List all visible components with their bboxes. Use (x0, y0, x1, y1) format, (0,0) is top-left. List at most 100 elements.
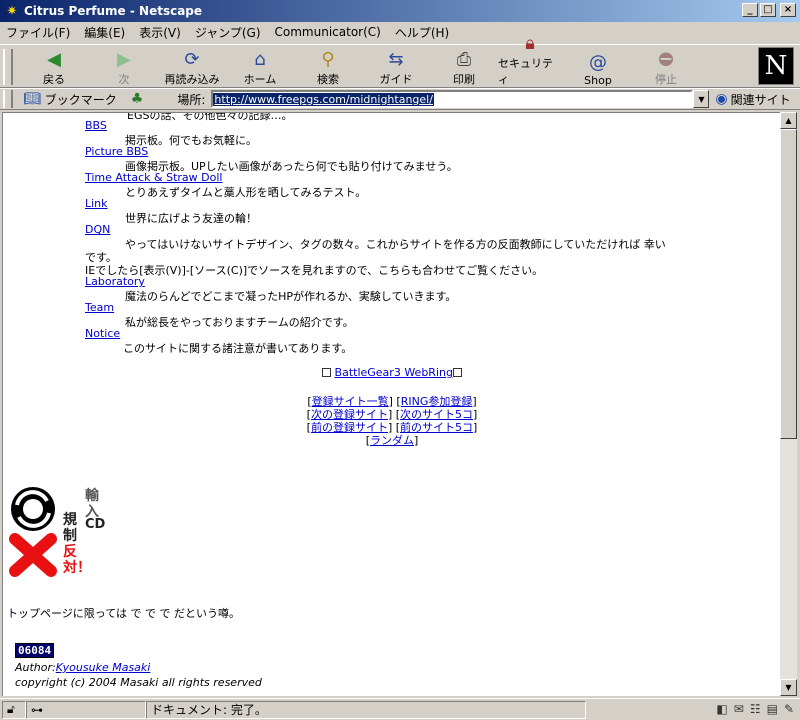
author-line: Author:Kyousuke Masaki (15, 661, 150, 674)
anti-import-cd-badge[interactable]: 輸 入 規 CD 制 反 対！ (7, 485, 107, 577)
forward-arrow-icon: ▶ (117, 48, 131, 70)
forward-label: 次 (118, 73, 130, 86)
related-sites-button[interactable]: ◉ 関連サイト (715, 91, 790, 108)
access-counter: 06084 (15, 643, 55, 658)
bookmark-icon: 📖︎ (23, 91, 41, 107)
link-picture-bbs[interactable]: Picture BBS (85, 145, 148, 158)
shop-label: Shop (584, 74, 612, 87)
link-team[interactable]: Team (85, 301, 114, 314)
menu-file[interactable]: ファイル(F) (6, 24, 70, 41)
link-time-attack[interactable]: Time Attack & Straw Doll (85, 171, 222, 184)
webring-title-row: BattleGear3 WebRing (3, 366, 780, 379)
window-title: Citrus Perfume - Netscape (24, 4, 203, 18)
printer-icon: ⎙ (456, 48, 472, 70)
menu-go[interactable]: ジャンプ(G) (195, 24, 261, 41)
menu-bar: ファイル(F) 編集(E) 表示(V) ジャンプ(G) Communicator… (0, 22, 800, 42)
print-label: 印刷 (453, 73, 475, 86)
badge-text-7: 対！ (63, 560, 91, 576)
search-label: 検索 (317, 73, 339, 86)
scroll-down-button[interactable]: ▼ (780, 679, 797, 696)
related-sites-icon: ◉ (715, 91, 728, 107)
link-link[interactable]: Link (85, 197, 108, 210)
webring-right-image (452, 368, 462, 377)
back-button[interactable]: ◀ 戻る (22, 47, 86, 87)
security-button[interactable]: 🔒︎ セキュリティ (498, 33, 562, 87)
search-button[interactable]: ⚲ 検索 (296, 47, 360, 87)
bookmarks-label: ブックマーク (44, 92, 117, 107)
composer-icon[interactable]: ✎ (784, 702, 794, 716)
webring-left-image (322, 368, 332, 377)
page-viewport[interactable]: EGSの話、その他色々の記録…。 BBS 掲示板。何でもお気軽に。 Pictur… (2, 112, 780, 696)
guide-label: ガイド (379, 73, 413, 86)
security-label: セキュリティ (498, 57, 553, 86)
menu-communicator[interactable]: Communicator(C) (275, 25, 381, 39)
lock-icon: 🔒︎ (525, 33, 535, 54)
menu-view[interactable]: 表示(V) (139, 24, 181, 41)
window-controls: _ □ × (742, 3, 796, 17)
progress-indicator: ⊶ (26, 700, 146, 719)
toolbar-grip[interactable] (3, 49, 13, 85)
home-icon: ⌂ (254, 48, 266, 70)
newsgroups-icon[interactable]: ☷ (750, 702, 761, 716)
menu-edit[interactable]: 編集(E) (84, 24, 125, 41)
author-mail-link[interactable]: Kyousuke Masaki (56, 661, 151, 674)
mail-icon[interactable]: ✉ (734, 702, 744, 716)
reload-button[interactable]: ⟳ 再読み込み (160, 47, 224, 87)
netscape-logo[interactable]: N (758, 47, 794, 85)
webring-name-link[interactable]: BattleGear3 WebRing (335, 366, 453, 379)
search-icon: ⚲ (321, 48, 335, 70)
location-label: 場所: (177, 92, 206, 107)
minimize-button[interactable]: _ (742, 3, 758, 17)
stop-icon: ⛔︎ (658, 48, 674, 70)
link-bbs[interactable]: BBS (85, 119, 107, 132)
close-button[interactable]: × (780, 3, 796, 17)
related-label: 関連サイト (730, 92, 791, 107)
guide-icon: ⇆ (388, 48, 404, 70)
print-button[interactable]: ⎙ 印刷 (432, 47, 496, 87)
team-description: 私が総長をやっておりますチームの紹介です。 (125, 316, 354, 329)
url-dropdown-button[interactable]: ▼ (693, 90, 710, 108)
reload-label: 再読み込み (164, 73, 220, 86)
shop-button[interactable]: @ Shop (566, 47, 630, 88)
security-status-icon[interactable]: 🔓︎ (2, 700, 26, 719)
back-label: 戻る (43, 73, 65, 86)
url-field[interactable]: http://www.freepgs.com/midnightangel/ (211, 90, 694, 108)
menu-help[interactable]: ヘルプ(H) (395, 24, 449, 41)
connection-plug-icon: ⊶ (31, 702, 43, 717)
navigator-icon[interactable]: ◧ (716, 702, 727, 716)
scroll-thumb[interactable] (780, 129, 797, 439)
shop-bag-icon: @ (589, 51, 607, 73)
status-bar: 🔓︎ ⊶ ドキュメント: 完了。 ◧ ✉ ☷ ▤ ✎ (0, 698, 800, 720)
navigation-toolbar: ◀ 戻る ▶ 次 ⟳ 再読み込み ⌂ ホーム ⚲ 検索 ⇆ ガイド ⎙ 印刷 🔒… (0, 33, 800, 88)
webring-random-link[interactable]: ランダム (370, 434, 414, 447)
guide-button[interactable]: ⇆ ガイド (364, 47, 428, 87)
webring-row-4: [ランダム] (365, 434, 419, 447)
link-description: 世界に広げよう友達の輪！ (125, 212, 257, 225)
stop-label: 停止 (655, 73, 677, 86)
stop-button[interactable]: ⛔︎ 停止 (634, 47, 698, 87)
forward-button[interactable]: ▶ 次 (92, 47, 156, 87)
link-dqn[interactable]: DQN (85, 223, 110, 236)
link-laboratory[interactable]: Laboratory (85, 275, 145, 288)
back-arrow-icon: ◀ (47, 48, 61, 70)
maximize-button[interactable]: □ (760, 3, 776, 17)
laboratory-description: 魔法のらんどでどこまで凝ったHPが作れるか、実験していきます。 (125, 290, 457, 303)
scroll-up-button[interactable]: ▲ (780, 112, 797, 129)
bookmarks-button[interactable]: 📖︎ ブックマーク (23, 91, 117, 108)
location-grip[interactable] (3, 90, 13, 108)
notice-description: このサイトに関する諸注意が書いてあります。 (123, 342, 353, 355)
url-input[interactable]: http://www.freepgs.com/midnightangel/ (213, 92, 434, 106)
dqn-description: やってはいけないサイトデザイン、タグの数々。これからサイトを作る方の反面教師にし… (125, 238, 666, 251)
home-label: ホーム (243, 73, 277, 86)
vertical-scrollbar[interactable]: ▲ ▼ (780, 112, 797, 696)
link-notice[interactable]: Notice (85, 327, 120, 340)
home-button[interactable]: ⌂ ホーム (228, 47, 292, 87)
address-book-icon[interactable]: ▤ (767, 702, 778, 716)
title-bar: ✷ Citrus Perfume - Netscape _ □ × (0, 0, 800, 22)
time-attack-description: とりあえずタイムと藁人形を晒してみるテスト。 (125, 186, 367, 199)
reload-icon: ⟳ (184, 48, 200, 70)
status-text: ドキュメント: 完了。 (146, 700, 586, 719)
page-proxy-icon[interactable]: ♣ (131, 91, 144, 107)
badge-text-4: CD (85, 517, 106, 532)
rumor-text: トップページに限っては で で で だという噂。 (7, 607, 240, 620)
